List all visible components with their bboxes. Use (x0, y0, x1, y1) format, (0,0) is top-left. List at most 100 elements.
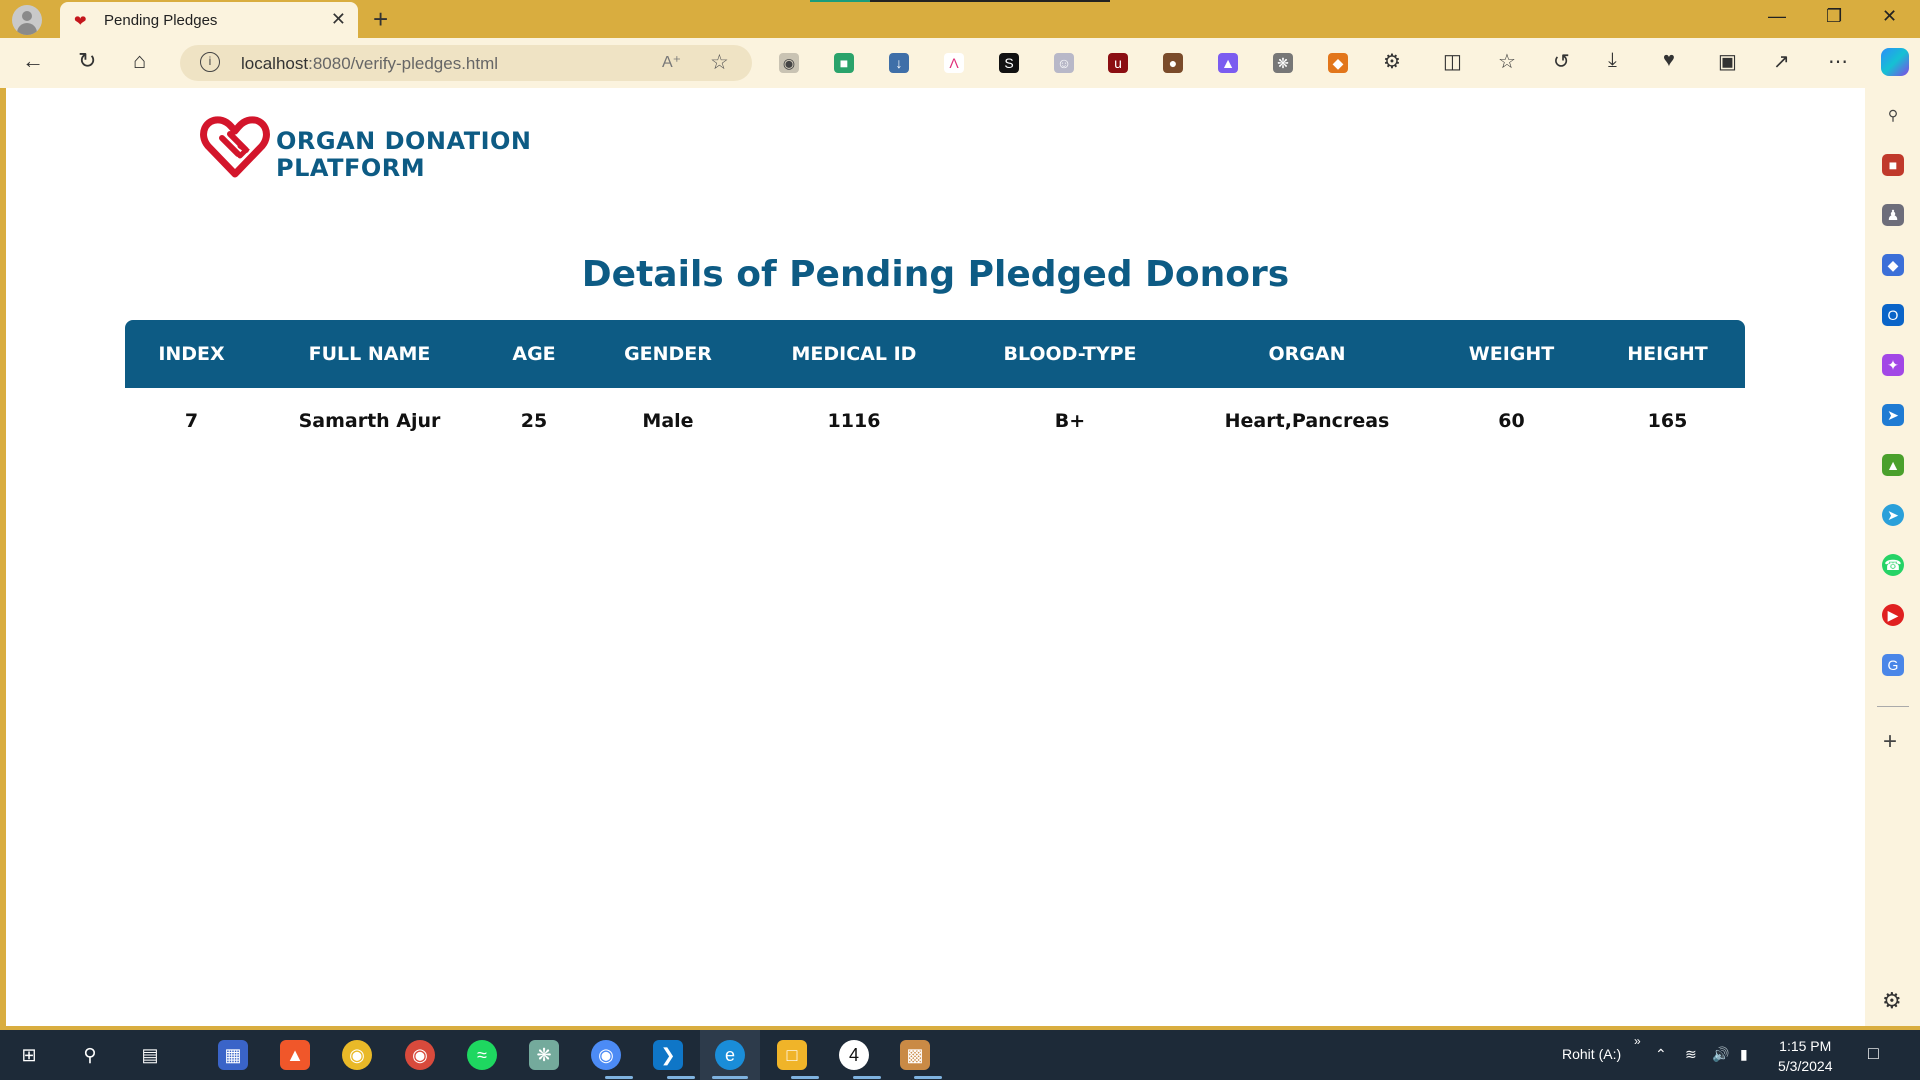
extension-flame-icon[interactable]: ▲ (1218, 53, 1238, 73)
active-indicator (712, 1076, 748, 1079)
site-info-icon[interactable]: i (200, 52, 220, 72)
profile-body-shape (17, 23, 37, 35)
minimize-icon[interactable]: — (1768, 6, 1786, 27)
chrome-profile-icon[interactable]: ◉ (405, 1040, 435, 1070)
copilot-icon[interactable] (1881, 48, 1909, 76)
spotify-icon[interactable]: ≈ (467, 1040, 497, 1070)
page-title: Details of Pending Pledged Donors (581, 254, 1290, 295)
chevron-up-icon[interactable]: ⌃ (1655, 1046, 1667, 1063)
extension-aperture-icon[interactable]: ❋ (1273, 53, 1293, 73)
telegram-icon[interactable]: ➤ (1882, 504, 1904, 526)
cell-blood-type: B+ (1054, 410, 1086, 432)
table-row[interactable]: 7 Samarth Ajur 25 Male 1116 B+ Heart,Pan… (125, 388, 1745, 454)
taskbar-search-icon[interactable]: ⚲ (75, 1040, 105, 1070)
extension-android-icon[interactable]: ■ (834, 53, 854, 73)
tray-user-label[interactable]: Rohit (A:) (1562, 1046, 1621, 1062)
microsoft-store-icon[interactable]: ▦ (218, 1040, 248, 1070)
cell-age: 25 (520, 410, 548, 432)
tab-title: Pending Pledges (104, 12, 218, 29)
extension-s-icon[interactable]: S (999, 53, 1019, 73)
url-text[interactable]: localhost:8080/verify-pledges.html (241, 54, 498, 74)
home-icon[interactable]: ⌂ (133, 48, 146, 74)
vscode-icon[interactable]: ❯ (653, 1040, 683, 1070)
windows-start-icon[interactable]: ⊞ (14, 1040, 44, 1070)
tools-briefcase-icon[interactable]: ■ (1882, 154, 1904, 176)
games-icon[interactable]: ♟ (1882, 204, 1904, 226)
column-header-medical-id: MEDICAL ID (749, 320, 959, 388)
page-viewport: ORGAN DONATION PLATFORM Details of Pendi… (6, 88, 1865, 1026)
history-icon[interactable]: ↺ (1553, 49, 1570, 74)
tree-icon[interactable]: ▲ (1882, 454, 1904, 476)
column-header-blood-type: BLOOD-TYPE (959, 320, 1181, 388)
file-explorer-icon[interactable]: □ (777, 1040, 807, 1070)
profile-avatar[interactable] (12, 5, 42, 35)
extension-owl-icon[interactable]: ◉ (779, 53, 799, 73)
notifications-icon[interactable]: □ (1868, 1043, 1879, 1064)
share-icon[interactable]: ↗ (1773, 49, 1790, 74)
split-screen-icon[interactable]: ◫ (1443, 49, 1462, 74)
search-icon[interactable]: ⚲ (1882, 104, 1904, 126)
close-window-icon[interactable]: ✕ (1882, 6, 1897, 27)
tray-overflow-icon[interactable]: » (1634, 1034, 1641, 1048)
screenshot-icon[interactable]: ▣ (1718, 49, 1737, 74)
table-header-row: INDEX FULL NAME AGE GENDER MEDICAL ID BL… (125, 320, 1745, 388)
system-clock[interactable]: 1:15 PM 5/3/2024 (1778, 1036, 1833, 1076)
package-box-icon[interactable]: ▩ (900, 1040, 930, 1070)
google-translate-icon[interactable]: G (1882, 654, 1904, 676)
cell-medical-id: 1116 (827, 410, 881, 432)
column-header-height: HEIGHT (1590, 320, 1745, 388)
url-field[interactable]: i localhost:8080/verify-pledges.html A⁺ … (180, 45, 752, 81)
extension-user-icon[interactable]: ☺ (1054, 53, 1074, 73)
send-icon[interactable]: ➤ (1882, 404, 1904, 426)
ublock-origin-icon[interactable]: u (1108, 53, 1128, 73)
heart-icon: ❤ (74, 13, 87, 30)
close-tab-icon[interactable]: ✕ (331, 9, 346, 30)
logo-line-1: ORGAN DONATION (276, 127, 532, 155)
new-tab-icon[interactable]: + (373, 4, 388, 35)
site-logo[interactable]: ORGAN DONATION PLATFORM (200, 116, 560, 186)
address-bar-row: ← ↻ ⌂ i localhost:8080/verify-pledges.ht… (0, 38, 1920, 88)
more-menu-icon[interactable]: ⋯ (1828, 49, 1848, 74)
edge-icon[interactable]: e (715, 1040, 745, 1070)
designer-icon[interactable]: ✦ (1882, 354, 1904, 376)
chrome-r-icon[interactable]: ◉ (591, 1040, 621, 1070)
refresh-icon[interactable]: ↻ (78, 48, 96, 74)
chatgpt-icon[interactable]: ❋ (529, 1040, 559, 1070)
sidebar-settings-icon[interactable]: ⚙ (1882, 988, 1902, 1014)
battery-icon[interactable]: ▮ (1740, 1046, 1748, 1063)
youtube-icon[interactable]: ▶ (1882, 604, 1904, 626)
favorites-icon[interactable]: ☆ (1498, 49, 1516, 74)
clock-time: 1:15 PM (1779, 1038, 1832, 1054)
outlook-icon[interactable]: O (1882, 304, 1904, 326)
column-header-gender: GENDER (587, 320, 749, 388)
logo-text: ORGAN DONATION PLATFORM (276, 128, 532, 182)
whatsapp-taskbar-icon[interactable]: 4 (839, 1040, 869, 1070)
metamask-icon[interactable]: ◆ (1328, 53, 1348, 73)
performance-icon[interactable]: ♥ (1663, 49, 1675, 72)
task-view-icon[interactable]: ▤ (135, 1040, 165, 1070)
add-sidebar-app-icon[interactable]: + (1883, 728, 1897, 756)
back-icon[interactable]: ← (22, 48, 44, 74)
profile-head-shape (22, 11, 32, 21)
cookie-icon[interactable]: ● (1163, 53, 1183, 73)
column-header-age: AGE (481, 320, 587, 388)
read-aloud-icon[interactable]: A⁺ (662, 52, 681, 72)
running-indicator (667, 1076, 695, 1079)
restore-icon[interactable]: ❐ (1826, 6, 1842, 27)
whatsapp-icon[interactable]: ☎ (1882, 554, 1904, 576)
running-indicator (605, 1076, 633, 1079)
wifi-icon[interactable]: ≋ (1685, 1046, 1697, 1063)
cell-height: 165 (1647, 410, 1688, 432)
favorite-star-icon[interactable]: ☆ (710, 50, 729, 75)
cell-gender: Male (642, 410, 694, 432)
volume-icon[interactable]: 🔊 (1712, 1046, 1729, 1063)
downloads-icon[interactable]: ⤓ (1608, 49, 1617, 72)
chrome-icon[interactable]: ◉ (342, 1040, 372, 1070)
brave-browser-icon[interactable]: ▲ (280, 1040, 310, 1070)
extensions-puzzle-icon[interactable]: ⚙ (1383, 49, 1401, 74)
microsoft-365-icon[interactable]: ◆ (1882, 254, 1904, 276)
extension-a-icon[interactable]: Λ (944, 53, 964, 73)
tab-pending-pledges[interactable]: ❤ Pending Pledges ✕ (60, 2, 358, 38)
running-indicator (853, 1076, 881, 1079)
extension-download-icon[interactable]: ↓ (889, 53, 909, 73)
